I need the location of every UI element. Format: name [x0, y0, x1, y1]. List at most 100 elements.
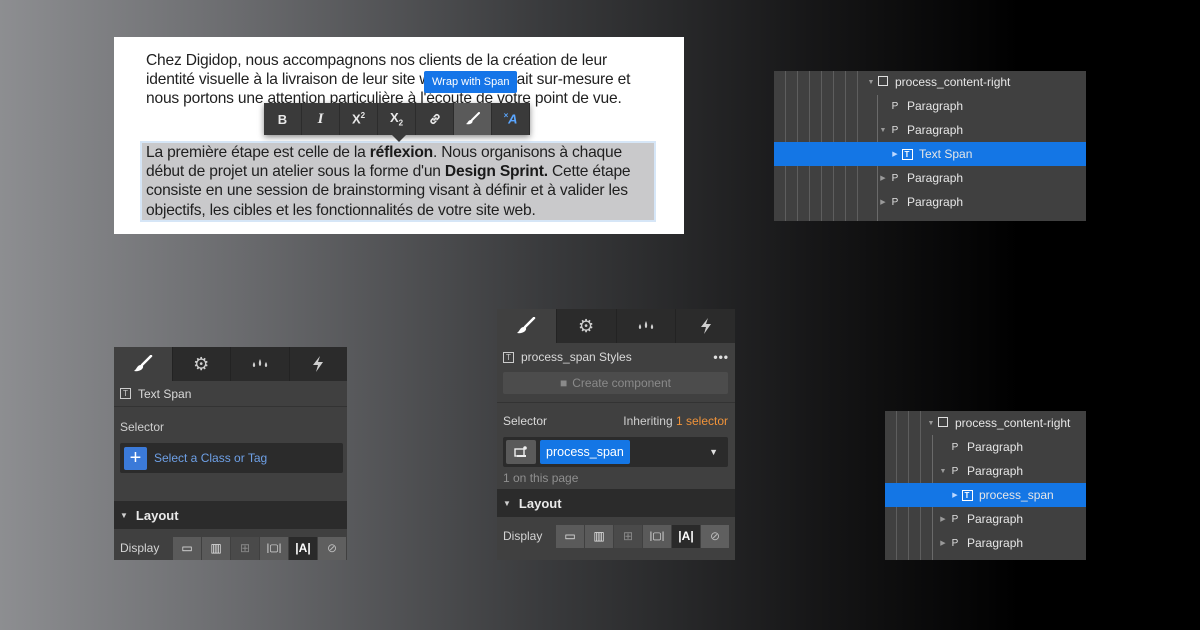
display-inline-block-icon: |▢|	[649, 530, 665, 542]
display-grid-icon: ⊞	[622, 529, 634, 543]
expand-down-icon[interactable]: ▼	[938, 468, 948, 475]
inheriting-info: Inheriting 1 selector	[623, 414, 728, 428]
display-inline-icon: |A|	[678, 529, 694, 543]
navigator-item[interactable]: ▶ P Paragraph	[774, 166, 1086, 190]
display-grid-button[interactable]: ⊞	[231, 536, 259, 560]
expand-right-icon[interactable]: ▶	[890, 150, 900, 158]
navigator-item[interactable]: P Paragraph	[774, 94, 1086, 118]
display-options: ▭ ▥ ⊞ |▢| |A| ⊘	[556, 524, 730, 548]
display-flex-icon: ▥	[210, 541, 222, 555]
selector-input[interactable]: + Select a Class or Tag	[120, 443, 343, 473]
navigator-item[interactable]: ▼ P Paragraph	[885, 459, 1086, 483]
collapse-down-icon: ▼	[120, 510, 128, 520]
clear-format-button[interactable]: ×A	[492, 103, 530, 135]
text-span-icon: T	[120, 388, 131, 399]
expand-down-icon[interactable]: ▼	[866, 79, 876, 86]
layout-label: Layout	[518, 495, 562, 511]
paragraph-2-text: La première étape est celle de la	[146, 144, 370, 161]
display-block-button[interactable]: ▭	[173, 536, 201, 560]
display-inline-button[interactable]: |A|	[672, 524, 700, 548]
paragraph-icon: P	[891, 172, 899, 184]
display-row: Display ▭ ▥ ⊞ |▢| |A| ⊘	[497, 517, 735, 555]
navigator-item[interactable]: ▼ process_content-right	[774, 71, 1086, 94]
expand-down-icon[interactable]: ▼	[878, 127, 888, 134]
expand-down-icon[interactable]: ▼	[926, 420, 936, 427]
create-component-label: Create component	[572, 376, 671, 390]
more-options-icon[interactable]: •••	[713, 350, 729, 364]
tab-style-manager[interactable]	[617, 309, 677, 343]
create-component-button[interactable]: ■ Create component	[503, 372, 728, 394]
div-box-icon	[878, 75, 888, 86]
paragraph-1[interactable]: Chez Digidop, nous accompagnons nos clie…	[146, 51, 646, 109]
selector-row: Selector Inheriting 1 selector	[497, 407, 735, 435]
bold-button[interactable]: B	[264, 103, 302, 135]
tab-interactions[interactable]	[290, 347, 348, 381]
italic-button[interactable]: I	[302, 103, 340, 135]
navigator-item-label: process_content-right	[955, 416, 1071, 430]
expand-right-icon[interactable]: ▶	[878, 174, 888, 182]
selector-label: Selector	[503, 414, 548, 428]
selector-input[interactable]: process_span ▼	[503, 437, 728, 467]
chevron-down-icon[interactable]: ▼	[709, 447, 718, 457]
display-none-button[interactable]: ⊘	[701, 524, 729, 548]
expand-right-icon[interactable]: ▶	[878, 198, 888, 206]
tab-style[interactable]	[114, 347, 173, 381]
display-none-button[interactable]: ⊘	[318, 536, 346, 560]
tab-settings[interactable]: ⚙	[557, 309, 617, 343]
navigator-item-selected[interactable]: ▶ T Text Span	[774, 142, 1086, 166]
expand-right-icon[interactable]: ▶	[938, 515, 948, 523]
layout-label: Layout	[135, 507, 179, 523]
plus-icon[interactable]: +	[124, 446, 147, 470]
superscript-button[interactable]: X2	[340, 103, 378, 135]
tab-style[interactable]	[497, 309, 557, 343]
display-inline-block-button[interactable]: |▢|	[260, 536, 288, 560]
gear-icon: ⚙	[193, 353, 210, 374]
tab-settings[interactable]: ⚙	[173, 347, 231, 381]
display-flex-button[interactable]: ▥	[202, 536, 230, 560]
text-span-icon: T	[503, 351, 514, 363]
layout-section-header[interactable]: ▼ Layout	[497, 489, 735, 517]
display-options: ▭ ▥ ⊞ |▢| |A| ⊘	[173, 536, 347, 560]
layout-section-header[interactable]: ▼ Layout	[114, 501, 347, 529]
paragraph-icon: P	[891, 196, 899, 208]
display-block-button[interactable]: ▭	[556, 524, 584, 548]
navigator-item[interactable]: ▶ P Paragraph	[885, 531, 1086, 555]
navigator-item-label: Paragraph	[907, 171, 964, 185]
navigator-item-label: process_content-right	[895, 75, 1011, 89]
expand-right-icon[interactable]: ▶	[938, 539, 948, 547]
navigator-item[interactable]: ▶ P Paragraph	[774, 190, 1086, 214]
tab-style-manager[interactable]	[231, 347, 290, 381]
display-grid-button[interactable]: ⊞	[614, 524, 642, 548]
tab-interactions[interactable]	[676, 309, 735, 343]
subscript-button[interactable]: X2	[378, 103, 416, 135]
navigator-item-label: Paragraph	[967, 512, 1024, 526]
display-inline-button[interactable]: |A|	[289, 536, 317, 560]
brush-icon	[517, 317, 536, 334]
clear-format-icon: ×A	[503, 111, 518, 127]
bold-icon: B	[277, 111, 288, 127]
selector-state-button[interactable]	[506, 440, 536, 464]
inheriting-selector-link[interactable]: 1 selector	[676, 414, 728, 428]
navigator-item[interactable]: ▼ P Paragraph	[774, 118, 1086, 142]
paragraph-2-selected[interactable]: La première étape est celle de la réflex…	[142, 143, 654, 220]
style-brush-button[interactable]	[454, 103, 492, 135]
expand-right-icon[interactable]: ▶	[950, 491, 960, 499]
navigator-item-label: Paragraph	[967, 464, 1024, 478]
navigator-item[interactable]: P Paragraph	[885, 435, 1086, 459]
class-pill-process-span[interactable]: process_span	[540, 440, 630, 464]
selected-element-name: Text Span	[138, 386, 192, 401]
display-flex-button[interactable]: ▥	[585, 524, 613, 548]
link-button[interactable]	[416, 103, 454, 135]
navigator-item-label: Paragraph	[907, 195, 964, 209]
navigator-item[interactable]: ▶ P Paragraph	[885, 507, 1086, 531]
display-inline-block-button[interactable]: |▢|	[643, 524, 671, 548]
wrap-with-span-tooltip: Wrap with Span	[424, 71, 518, 93]
text-span-icon: T	[961, 489, 973, 501]
display-none-icon: ⊘	[326, 541, 338, 555]
navigator-item-label: Paragraph	[907, 99, 964, 113]
navigator-item-label: Paragraph	[967, 440, 1024, 454]
display-block-icon: ▭	[181, 541, 193, 555]
navigator-item[interactable]: ▼ process_content-right	[885, 411, 1086, 435]
brush-icon	[465, 112, 480, 125]
navigator-item-selected[interactable]: ▶ T process_span	[885, 483, 1086, 507]
